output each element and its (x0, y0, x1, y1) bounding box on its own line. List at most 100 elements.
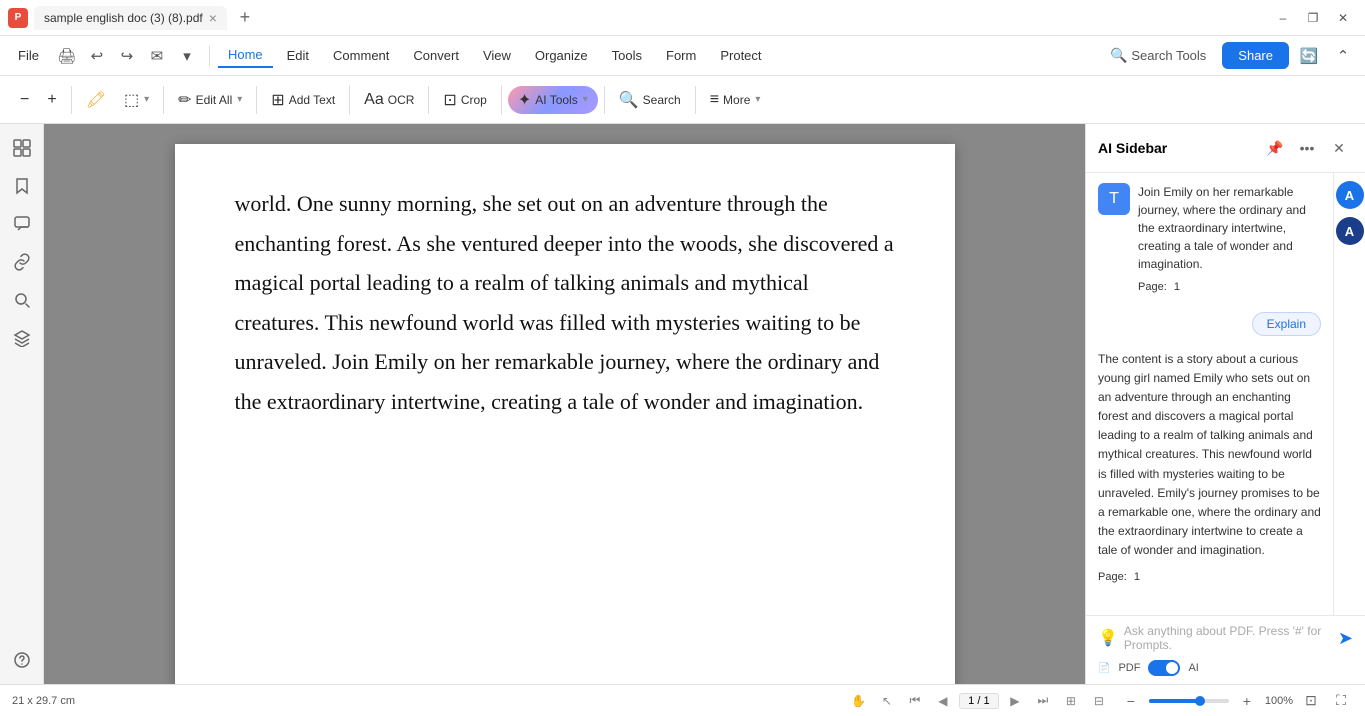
more-dropdown-arrow: ▾ (755, 94, 760, 105)
menu-file[interactable]: File (8, 44, 49, 67)
thumbnail-icon[interactable] (6, 132, 38, 164)
selection-icon: ⬚ (124, 90, 139, 110)
close-button[interactable]: ✕ (1329, 4, 1357, 32)
menu-bar: File 🖨 ↩ ↪ ✉ ▾ Home Edit Comment Convert… (0, 36, 1365, 76)
ai-sidebar-title: AI Sidebar (1098, 140, 1253, 156)
first-page-button[interactable]: ⏮ (903, 689, 927, 713)
page-view-button[interactable]: ⊞ (1059, 689, 1083, 713)
menu-comment[interactable]: Comment (323, 44, 399, 67)
search-tools-label: Search Tools (1131, 48, 1206, 63)
toolbar-separator-8 (695, 86, 696, 114)
tab[interactable]: sample english doc (3) (8).pdf × (34, 6, 227, 30)
zoom-in-status-button[interactable]: + (1235, 689, 1259, 713)
more-label: More (723, 93, 750, 107)
zoom-slider[interactable] (1149, 699, 1229, 703)
lightbulb-icon: 💡 (1098, 628, 1118, 648)
sync-icon[interactable]: 🔄 (1295, 42, 1323, 70)
ai-sidebar: AI Sidebar 📌 ••• ✕ T Join Emily on her r… (1085, 124, 1365, 684)
edit-all-label: Edit All (196, 93, 233, 107)
add-text-icon: ⊞ (271, 90, 284, 110)
ai-chat-footer: 💡 Ask anything about PDF. Press '#' for … (1086, 615, 1365, 684)
zoom-out-icon: − (20, 91, 29, 109)
menu-separator-1 (209, 46, 210, 66)
search-sidebar-icon[interactable] (6, 284, 38, 316)
ai-tools-button[interactable]: ✦ AI Tools ▾ (508, 86, 598, 114)
zoom-out-status-button[interactable]: − (1119, 689, 1143, 713)
menu-convert[interactable]: Convert (403, 44, 469, 67)
pdf-toggle[interactable] (1148, 660, 1180, 676)
add-text-button[interactable]: ⊞ Add Text (263, 85, 343, 115)
fullscreen-button[interactable]: ⛶ (1329, 689, 1353, 713)
menu-view[interactable]: View (473, 44, 521, 67)
ai-content-area: T Join Emily on her remarkable journey, … (1086, 173, 1333, 615)
menu-edit[interactable]: Edit (277, 44, 319, 67)
ocr-button[interactable]: Aa OCR (356, 86, 422, 114)
crop-icon: ⊡ (443, 90, 456, 110)
prev-page-button[interactable]: ◀ (931, 689, 955, 713)
tab-title: sample english doc (3) (8).pdf (44, 11, 203, 25)
page-input[interactable]: 1 / 1 (959, 693, 999, 709)
ai-input-placeholder: Ask anything about PDF. Press '#' for Pr… (1124, 624, 1332, 652)
explain-button[interactable]: Explain (1252, 312, 1321, 336)
link-icon[interactable] (6, 246, 38, 278)
dropdown-icon[interactable]: ▾ (173, 42, 201, 70)
toolbar-separator-4 (349, 86, 350, 114)
ai-header-icons: 📌 ••• ✕ (1261, 134, 1353, 162)
avatar-a[interactable]: A (1336, 181, 1364, 209)
menu-protect[interactable]: Protect (710, 44, 771, 67)
fit-page-button[interactable]: ⊡ (1299, 689, 1323, 713)
select-tool-button[interactable]: ↖ (875, 689, 899, 713)
toggle-pdf-label: PDF (1118, 662, 1140, 674)
pdf-text: world. One sunny morning, she set out on… (235, 184, 895, 422)
zoom-in-button[interactable]: + (39, 86, 64, 114)
tab-close-button[interactable]: × (209, 10, 217, 26)
layout-button[interactable]: ⊟ (1087, 689, 1111, 713)
left-sidebar (0, 124, 44, 684)
undo-icon[interactable]: ↩ (83, 42, 111, 70)
selection-button[interactable]: ⬚ ▾ (116, 85, 157, 115)
layers-icon[interactable] (6, 322, 38, 354)
pdf-viewer[interactable]: world. One sunny morning, she set out on… (44, 124, 1085, 684)
ai-more-button[interactable]: ••• (1293, 134, 1321, 162)
zoom-out-button[interactable]: − (12, 86, 37, 114)
restore-button[interactable]: ❐ (1299, 4, 1327, 32)
window-controls: – ❐ ✕ (1269, 4, 1357, 32)
ocr-label: OCR (388, 93, 415, 107)
next-page-button[interactable]: ▶ (1003, 689, 1027, 713)
menu-tools[interactable]: Tools (602, 44, 652, 67)
menu-quick-icons: 🖨 ↩ ↪ ✉ ▾ (53, 42, 201, 70)
comment-icon[interactable] (6, 208, 38, 240)
ai-send-button[interactable]: ➤ (1338, 628, 1353, 649)
new-tab-button[interactable]: + (231, 4, 259, 32)
menu-home[interactable]: Home (218, 43, 273, 68)
more-button[interactable]: ≡ More ▾ (702, 86, 769, 114)
more-icon: ≡ (710, 91, 719, 109)
share-button[interactable]: Share (1222, 42, 1289, 69)
toolbar-separator-7 (604, 86, 605, 114)
search-button[interactable]: 🔍 Search (611, 85, 689, 115)
last-page-button[interactable]: ⏭ (1031, 689, 1055, 713)
bookmark-icon[interactable] (6, 170, 38, 202)
highlight-button[interactable]: 🖍 (78, 85, 114, 115)
menu-organize[interactable]: Organize (525, 44, 598, 67)
ai-avatar-column: A A (1333, 173, 1365, 615)
avatar-a2[interactable]: A (1336, 217, 1364, 245)
help-icon[interactable] (6, 644, 38, 676)
ai-pin-button[interactable]: 📌 (1261, 134, 1289, 162)
email-icon[interactable]: ✉ (143, 42, 171, 70)
search-tools-button[interactable]: 🔍 Search Tools (1100, 43, 1216, 68)
highlight-icon: 🖍 (86, 90, 106, 110)
minimize-button[interactable]: – (1269, 4, 1297, 32)
redo-icon[interactable]: ↪ (113, 42, 141, 70)
menu-form[interactable]: Form (656, 44, 706, 67)
edit-all-button[interactable]: ✏ Edit All ▾ (170, 85, 250, 115)
pdf-page: world. One sunny morning, she set out on… (175, 144, 955, 684)
hand-tool-button[interactable]: ✋ (847, 689, 871, 713)
print-icon[interactable]: 🖨 (53, 42, 81, 70)
ai-close-button[interactable]: ✕ (1325, 134, 1353, 162)
ai-chat-input[interactable]: 💡 Ask anything about PDF. Press '#' for … (1098, 624, 1353, 652)
crop-button[interactable]: ⊡ Crop (435, 85, 494, 115)
status-center: ✋ ↖ ⏮ ◀ 1 / 1 ▶ ⏭ ⊞ ⊟ (847, 689, 1111, 713)
expand-icon[interactable]: ⌃ (1329, 42, 1357, 70)
status-dimensions: 21 x 29.7 cm (12, 695, 839, 707)
